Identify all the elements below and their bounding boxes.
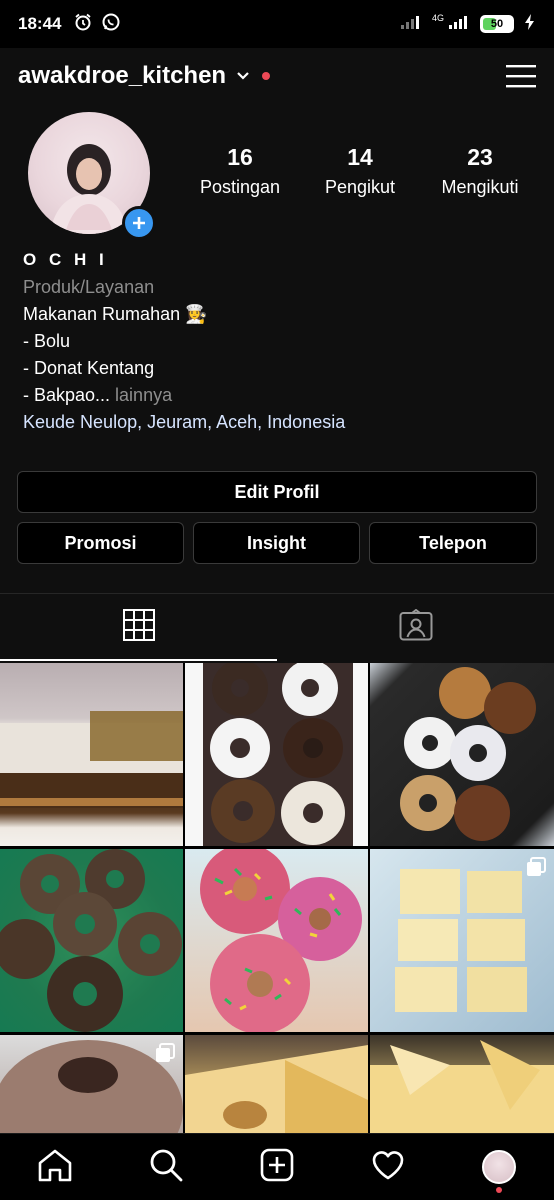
grid-icon (122, 609, 155, 646)
tab-tagged[interactable] (277, 594, 554, 661)
post-thumbnail[interactable] (0, 849, 183, 1032)
bio-line: - Donat Kentang (23, 358, 155, 378)
multiple-photos-icon (526, 857, 546, 882)
nav-new-post[interactable] (247, 1137, 307, 1197)
edit-profile-button[interactable]: Edit Profil (17, 471, 537, 513)
bio-line: - Bolu (23, 331, 71, 351)
stat-label: Postingan (199, 177, 281, 197)
profile-avatar[interactable] (28, 112, 156, 240)
nav-profile[interactable] (469, 1137, 529, 1197)
account-username[interactable]: awakdroe_kitchen (18, 62, 226, 90)
account-category: Produk/Layanan (23, 277, 155, 297)
post-thumbnail[interactable] (370, 849, 554, 1032)
stat-value: 16 (227, 144, 253, 170)
post-thumbnail[interactable] (0, 1035, 183, 1133)
stat-following[interactable]: 23 Mengikuti (420, 144, 540, 198)
profile-avatar-icon (481, 1150, 516, 1184)
post-thumbnail[interactable] (185, 849, 368, 1032)
phone-button[interactable]: Telepon (369, 522, 537, 564)
stat-label: Mengikuti (441, 177, 519, 197)
battery-indicator: 50 (480, 15, 514, 33)
profile-tabs (0, 593, 554, 661)
post-thumbnail[interactable] (370, 663, 554, 846)
new-post-icon (259, 1147, 295, 1188)
nav-search[interactable] (136, 1137, 196, 1197)
stat-label: Pengikut (324, 177, 396, 197)
status-time: 18:44 (18, 14, 62, 33)
charging-icon (524, 13, 536, 36)
stat-value: 14 (347, 144, 373, 170)
add-story-icon[interactable] (122, 206, 156, 240)
stat-followers[interactable]: 14 Pengikut (300, 144, 420, 198)
bio-more-link[interactable]: lainnya (110, 385, 172, 405)
whatsapp-icon (101, 12, 121, 37)
post-thumbnail[interactable] (370, 1035, 554, 1133)
posts-grid (0, 663, 554, 1133)
battery-level-text: 50 (490, 18, 504, 30)
display-name: O C H I (23, 250, 108, 269)
profile-summary: 16 Postingan 14 Pengikut 23 Mengikuti (0, 104, 554, 244)
status-bar: 18:44 4G 50 (0, 0, 554, 48)
stat-value: 23 (467, 144, 493, 170)
notification-dot (495, 1187, 502, 1193)
promotion-button[interactable]: Promosi (17, 522, 184, 564)
home-icon (37, 1147, 73, 1188)
bio-truncated-text: - Bakpao... (23, 385, 111, 405)
alarm-icon (73, 12, 93, 37)
tagged-person-icon (399, 608, 433, 646)
multiple-photos-icon (155, 1043, 175, 1068)
nav-home[interactable] (25, 1137, 85, 1197)
heart-icon (370, 1147, 406, 1188)
profile-bio: O C H I Produk/Layanan Makanan Rumahan 👩… (23, 250, 533, 434)
nav-activity[interactable] (358, 1137, 418, 1197)
bio-line-truncated: - Bakpao... lainnya (23, 385, 533, 407)
post-thumbnail[interactable] (185, 663, 368, 846)
notification-dot (262, 72, 271, 80)
bottom-navigation (0, 1133, 554, 1200)
bio-line: Makanan Rumahan 👩‍🍳 (23, 304, 208, 324)
search-icon (148, 1147, 184, 1188)
signal-4g-icon (448, 14, 470, 35)
network-type-label: 4G (431, 12, 444, 23)
stat-posts[interactable]: 16 Postingan (180, 144, 300, 198)
menu-icon[interactable] (506, 63, 536, 89)
chevron-down-icon[interactable] (236, 71, 250, 81)
bio-location[interactable]: Keude Neulop, Jeuram, Aceh, Indonesia (23, 412, 533, 434)
tab-posts-grid[interactable] (0, 594, 277, 661)
signal-icon (400, 14, 422, 35)
insight-button[interactable]: Insight (193, 522, 360, 564)
profile-header: awakdroe_kitchen (0, 48, 554, 104)
profile-stats: 16 Postingan 14 Pengikut 23 Mengikuti (180, 144, 540, 198)
post-thumbnail[interactable] (0, 663, 183, 846)
post-thumbnail[interactable] (185, 1035, 368, 1133)
